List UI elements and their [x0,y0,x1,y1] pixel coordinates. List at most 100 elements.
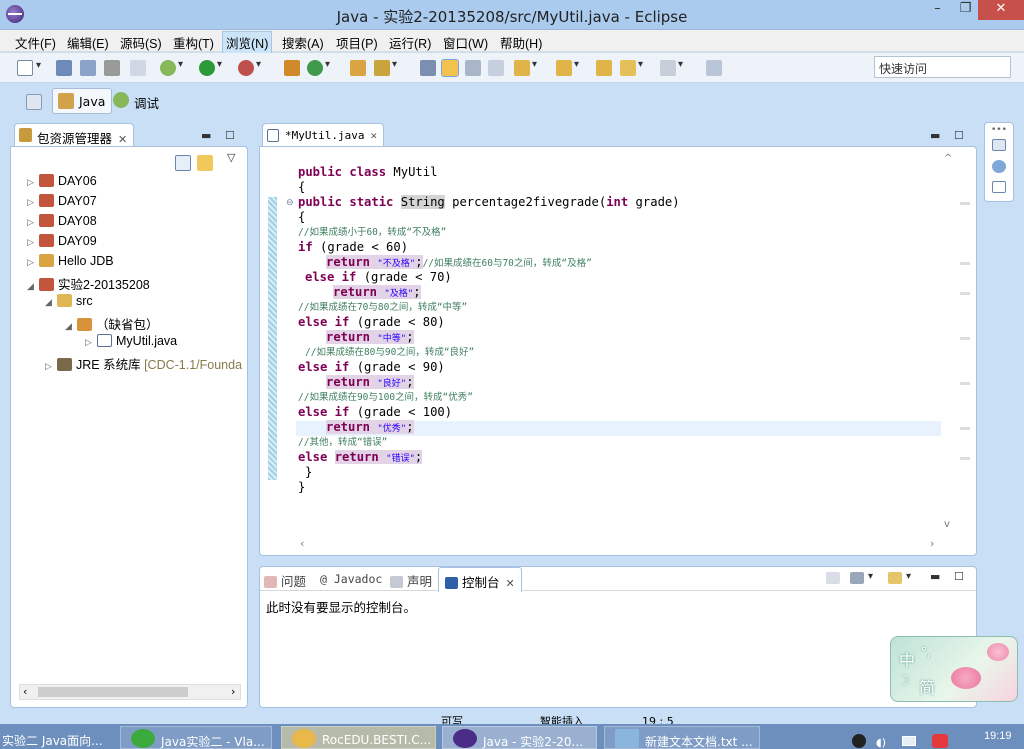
minimize-editor-icon[interactable]: ▬ [930,129,940,142]
outline-icon[interactable] [992,181,1006,193]
overview-mark[interactable] [960,382,970,385]
overview-mark[interactable] [960,457,970,460]
taskbar-item[interactable]: 新建文本文档.txt ... [604,726,760,749]
ime-chinese-mode[interactable]: 中 [899,647,915,671]
expand-icon[interactable]: ▷ [27,217,37,228]
tree-item-myutil-java[interactable]: ▷ MyUtil.java [85,334,177,352]
taskbar-item[interactable]: 实验二 Java面向... [0,726,110,749]
tab-myutil-java[interactable]: *MyUtil.java ✕ [262,123,385,147]
sogou-input-icon[interactable] [932,734,948,748]
collapse-icon[interactable]: ◢ [45,297,55,308]
collapse-icon[interactable]: ◢ [27,281,37,292]
taskbar-item[interactable]: Java - 实验2-20... [442,726,597,749]
menu-refactor[interactable]: 重构(T) [170,33,217,52]
menu-search[interactable]: 搜索(A) [279,33,327,52]
menu-edit[interactable]: 编辑(E) [64,33,112,52]
pin-editor-icon[interactable] [706,60,722,76]
taskbar-clock[interactable]: 19:19 [984,730,1012,742]
new-console-icon[interactable] [888,571,911,584]
maximize-editor-icon[interactable]: ☐ [954,129,964,142]
previous-annotation-icon[interactable] [556,59,579,76]
minimize-view-icon[interactable]: ▬ [201,129,211,142]
tab-package-explorer[interactable]: 包资源管理器 ✕ [14,123,135,147]
external-tools-icon[interactable] [238,59,261,76]
maximize-console-icon[interactable]: ☐ [954,570,964,583]
taskbar-item[interactable]: RocEDU.BESTI.C... [281,726,436,749]
expand-icon[interactable]: ▷ [27,197,37,208]
save-icon[interactable] [56,60,72,76]
ime-punctuation[interactable]: °, [921,645,931,659]
qq-icon[interactable] [852,734,866,748]
new-java-class-icon[interactable] [307,59,330,76]
restore-view-icon[interactable] [992,139,1006,151]
menu-navigate[interactable]: 浏览(N) [222,31,273,54]
close-button[interactable]: ✕ [978,0,1024,20]
new-java-package-icon[interactable] [284,60,300,76]
taskbar-item[interactable]: Java实验二 - Vla... [120,726,272,749]
menu-source[interactable]: 源码(S) [117,33,165,52]
last-edit-location-icon[interactable] [596,60,612,76]
fold-icon[interactable]: ⊖ [286,198,294,208]
trim-handle-icon[interactable]: ••• [991,125,1007,135]
overview-mark[interactable] [960,292,970,295]
next-annotation-icon[interactable] [420,60,436,76]
collapse-all-icon[interactable] [175,155,191,171]
open-type-icon[interactable] [350,60,366,76]
collapse-icon[interactable]: ◢ [65,321,75,332]
next-annotation-down-icon[interactable] [514,59,537,76]
open-perspective-icon[interactable] [26,94,42,110]
tree-item-day06[interactable]: ▷ DAY06 [27,174,97,192]
scroll-left-icon[interactable]: ‹ [300,537,304,550]
perspective-java[interactable]: Java [52,88,113,114]
save-all-icon[interactable] [80,60,96,76]
maximize-view-icon[interactable]: ☐ [225,129,235,142]
tab-declaration[interactable]: 声明 [390,571,432,590]
toggle-mark-occurrences-icon[interactable] [441,59,459,77]
overview-mark[interactable] [960,262,970,265]
menu-help[interactable]: 帮助(H) [497,33,545,52]
close-icon[interactable]: ✕ [370,129,377,142]
expand-icon[interactable]: ▷ [85,337,95,348]
forward-icon[interactable] [660,59,683,76]
tree-item-src[interactable]: ◢ src [45,294,93,312]
expand-icon[interactable]: ▷ [45,361,55,372]
tree-item-default-package[interactable]: ◢ （缺省包） [65,314,159,332]
run-icon[interactable] [199,59,222,76]
show-whitespace-icon[interactable] [488,60,504,76]
menu-file[interactable]: 文件(F) [12,33,59,52]
menu-run[interactable]: 运行(R) [386,33,434,52]
expand-icon[interactable]: ▷ [27,237,37,248]
scroll-right-icon[interactable]: › [231,685,235,698]
debug-icon[interactable] [160,59,183,76]
block-selection-icon[interactable] [465,60,481,76]
tree-item-jre-library[interactable]: ▷ JRE 系统库 [CDC-1.1/Founda [45,354,242,372]
help-icon[interactable] [992,160,1006,173]
new-icon[interactable] [17,60,41,76]
view-menu-chevron-down-icon[interactable]: ▽ [227,151,235,164]
scrollbar-thumb[interactable] [38,687,188,697]
back-icon[interactable] [620,59,643,76]
scroll-up-icon[interactable]: ^ [944,153,952,164]
scroll-right-icon[interactable]: › [930,537,934,550]
network-icon[interactable] [902,736,916,746]
overview-mark[interactable] [960,202,970,205]
tab-javadoc[interactable]: @ Javadoc [320,572,382,586]
speaker-icon[interactable]: ◖) [876,736,886,749]
close-icon[interactable]: ✕ [118,133,127,146]
overview-mark[interactable] [960,337,970,340]
horizontal-scrollbar[interactable]: ‹ › [19,684,241,700]
ime-simplified-mode[interactable]: 简 [919,674,935,698]
skip-breakpoints-icon[interactable] [130,60,146,76]
expand-icon[interactable]: ▷ [27,257,37,268]
search-icon[interactable] [374,59,397,76]
scroll-down-icon[interactable]: v [944,519,950,530]
tab-problems[interactable]: 问题 [264,571,306,590]
minimize-button[interactable]: – [924,0,951,20]
ime-status-widget[interactable]: 中 °, ☽ 简 [890,636,1018,702]
tab-console[interactable]: 控制台 ✕ [438,567,522,592]
print-icon[interactable] [104,60,120,76]
expand-icon[interactable]: ▷ [27,177,37,188]
close-icon[interactable]: ✕ [506,577,515,590]
minimize-console-icon[interactable]: ▬ [930,570,940,583]
tree-item-hello-jdb[interactable]: ▷ Hello JDB [27,254,114,272]
